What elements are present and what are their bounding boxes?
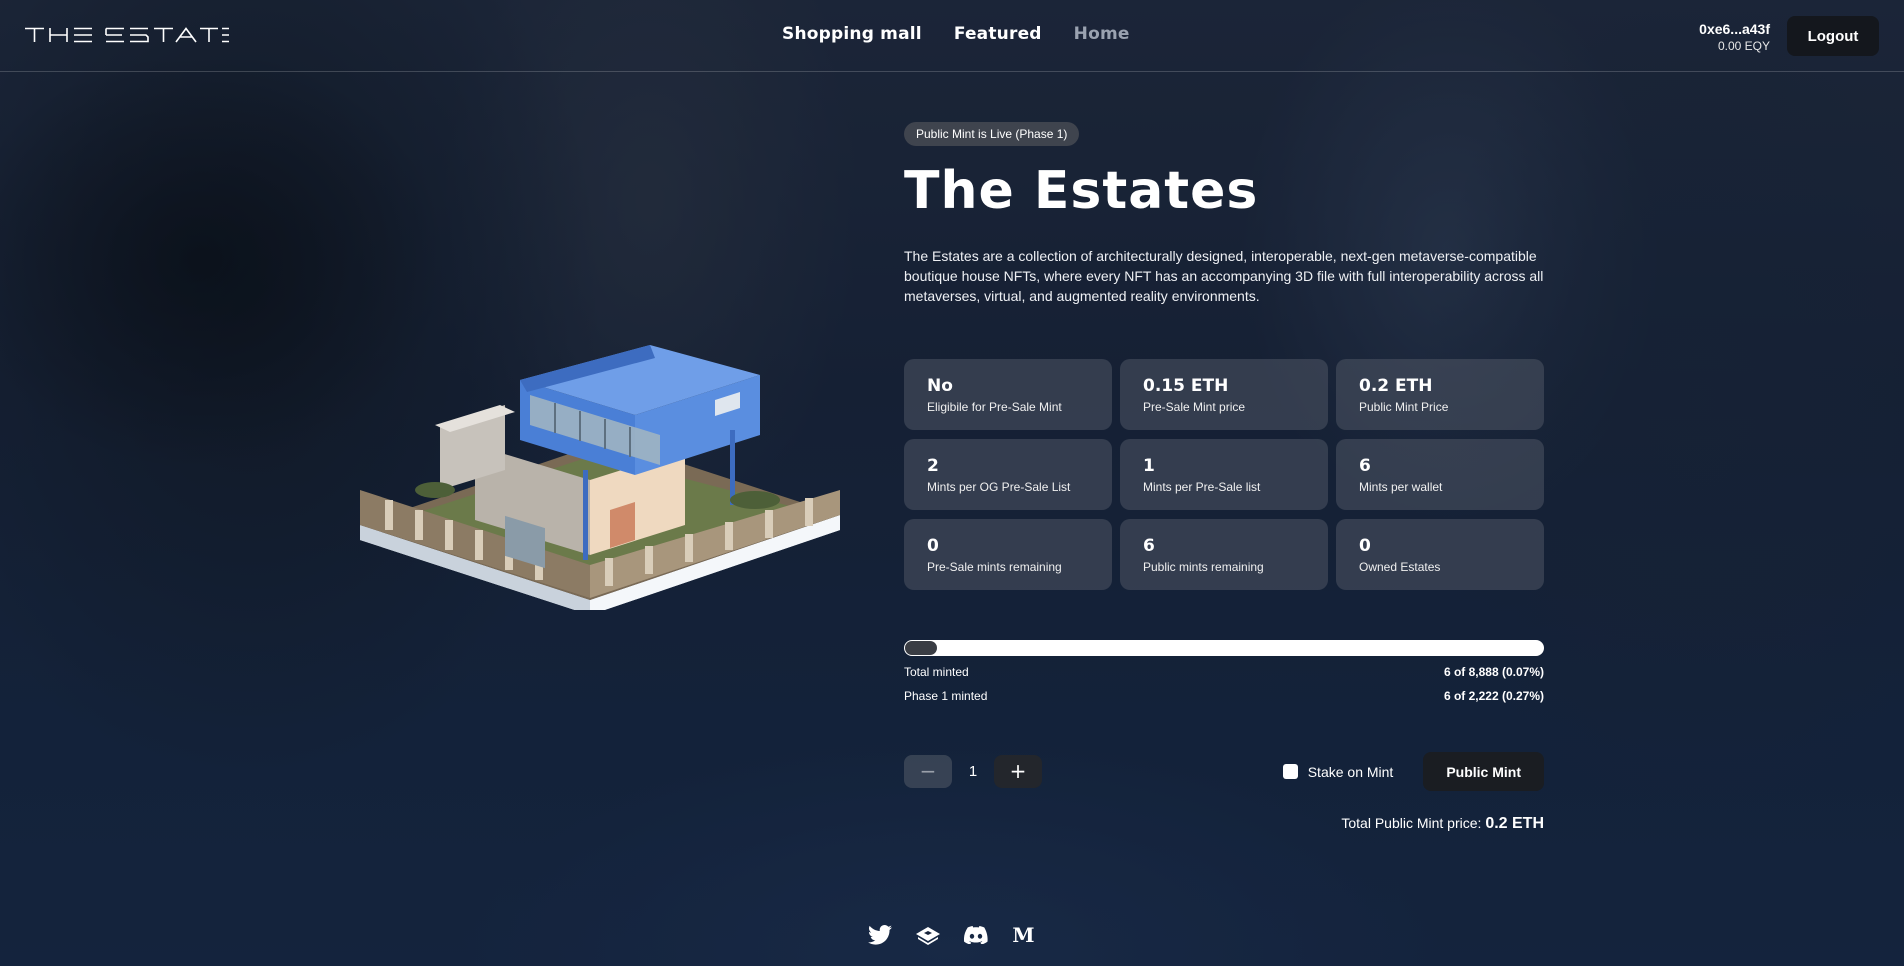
- nav-home[interactable]: Home: [1074, 24, 1130, 44]
- stat-card-public-remaining: 6 Public mints remaining: [1120, 519, 1328, 590]
- stat-label: Owned Estates: [1359, 560, 1441, 574]
- collection-description: The Estates are a collection of architec…: [904, 248, 1544, 304]
- stat-label: Pre-Sale mints remaining: [927, 560, 1062, 574]
- public-mint-button[interactable]: Public Mint: [1423, 752, 1544, 791]
- stake-checkbox[interactable]: [1282, 764, 1298, 779]
- stat-card-presale-price: 0.15 ETH Pre-Sale Mint price: [1120, 359, 1328, 430]
- mint-status-badge: Public Mint is Live (Phase 1): [904, 122, 1080, 146]
- stat-value: 0: [927, 536, 939, 556]
- main-nav: Shopping mall Featured Home: [782, 24, 1130, 44]
- stat-card-owned: 0 Owned Estates: [1336, 519, 1544, 590]
- stat-card-presale-remaining: 0 Pre-Sale mints remaining: [904, 519, 1112, 590]
- opensea-ship-icon[interactable]: [914, 924, 941, 946]
- stat-card-presale-list: 1 Mints per Pre-Sale list: [1120, 439, 1328, 510]
- stat-value: 0: [1359, 536, 1371, 556]
- page-title: The Estates: [904, 161, 1259, 221]
- mint-controls: − 1 + Stake on Mint Public Mint: [904, 752, 1544, 791]
- social-links: M: [866, 923, 1037, 947]
- total-minted-value: 6 of 8,888 (0.07%): [1443, 665, 1544, 679]
- quantity-stepper: − 1 +: [904, 755, 1042, 788]
- phase-minted-label: Phase 1 minted: [904, 689, 988, 703]
- stat-label: Mints per wallet: [1359, 480, 1443, 494]
- total-price-value: 0.2 ETH: [1485, 815, 1544, 832]
- nav-shopping-mall[interactable]: Shopping mall: [782, 24, 922, 44]
- stat-label: Public mints remaining: [1143, 560, 1264, 574]
- mint-panel: Public Mint is Live (Phase 1) The Estate…: [904, 122, 1544, 833]
- phase-minted-value: 6 of 2,222 (0.27%): [1443, 689, 1544, 703]
- mint-progress-fill: [905, 641, 937, 655]
- stat-value: 6: [1359, 456, 1371, 476]
- quantity-value: 1: [968, 763, 978, 780]
- stat-label: Public Mint Price: [1359, 400, 1449, 414]
- stat-label: Mints per Pre-Sale list: [1143, 480, 1261, 494]
- stat-value: 0.2 ETH: [1359, 376, 1433, 396]
- stake-on-mint-toggle[interactable]: Stake on Mint: [1282, 763, 1394, 780]
- stat-value: No: [927, 376, 953, 396]
- total-minted-row: Total minted 6 of 8,888 (0.07%): [904, 664, 1544, 680]
- stat-value: 1: [1143, 456, 1155, 476]
- logout-button[interactable]: Logout: [1787, 16, 1879, 56]
- stat-label: Pre-Sale Mint price: [1143, 400, 1246, 414]
- decrease-quantity-button[interactable]: −: [904, 755, 952, 788]
- stat-label: Eligibile for Pre-Sale Mint: [927, 400, 1062, 414]
- total-minted-label: Total minted: [904, 665, 969, 679]
- wallet-address: 0xe6...a43f: [1699, 21, 1770, 37]
- top-navbar: Shopping mall Featured Home 0xe6...a43f …: [0, 0, 1904, 72]
- stat-card-per-wallet: 6 Mints per wallet: [1336, 439, 1544, 510]
- wallet-balance: 0.00 EQY: [1717, 39, 1770, 53]
- estate-house-image: [360, 345, 840, 610]
- stat-card-og-presale: 2 Mints per OG Pre-Sale List: [904, 439, 1112, 510]
- total-price-label: Total Public Mint price:: [1341, 815, 1482, 831]
- stake-label: Stake on Mint: [1307, 763, 1394, 780]
- twitter-icon[interactable]: [866, 924, 893, 946]
- stat-value: 0.15 ETH: [1143, 376, 1229, 396]
- phase-minted-row: Phase 1 minted 6 of 2,222 (0.27%): [904, 688, 1544, 704]
- stat-value: 6: [1143, 536, 1155, 556]
- mint-actions: Stake on Mint Public Mint: [1282, 752, 1544, 791]
- stat-card-public-price: 0.2 ETH Public Mint Price: [1336, 359, 1544, 430]
- medium-icon[interactable]: M: [1010, 923, 1037, 947]
- stat-label: Mints per OG Pre-Sale List: [927, 480, 1071, 494]
- increase-quantity-button[interactable]: +: [994, 755, 1042, 788]
- site-logo[interactable]: [24, 27, 229, 43]
- stat-value: 2: [927, 456, 939, 476]
- nav-featured[interactable]: Featured: [954, 24, 1042, 44]
- discord-icon[interactable]: [962, 924, 989, 946]
- total-price: Total Public Mint price: 0.2 ETH: [904, 815, 1544, 833]
- wallet-info: 0xe6...a43f 0.00 EQY: [1699, 20, 1770, 55]
- stat-card-eligibility: No Eligibile for Pre-Sale Mint: [904, 359, 1112, 430]
- mint-progress-bar: [904, 640, 1544, 656]
- mint-stats-grid: No Eligibile for Pre-Sale Mint 0.15 ETH …: [904, 359, 1544, 590]
- medium-letter: M: [1012, 923, 1035, 947]
